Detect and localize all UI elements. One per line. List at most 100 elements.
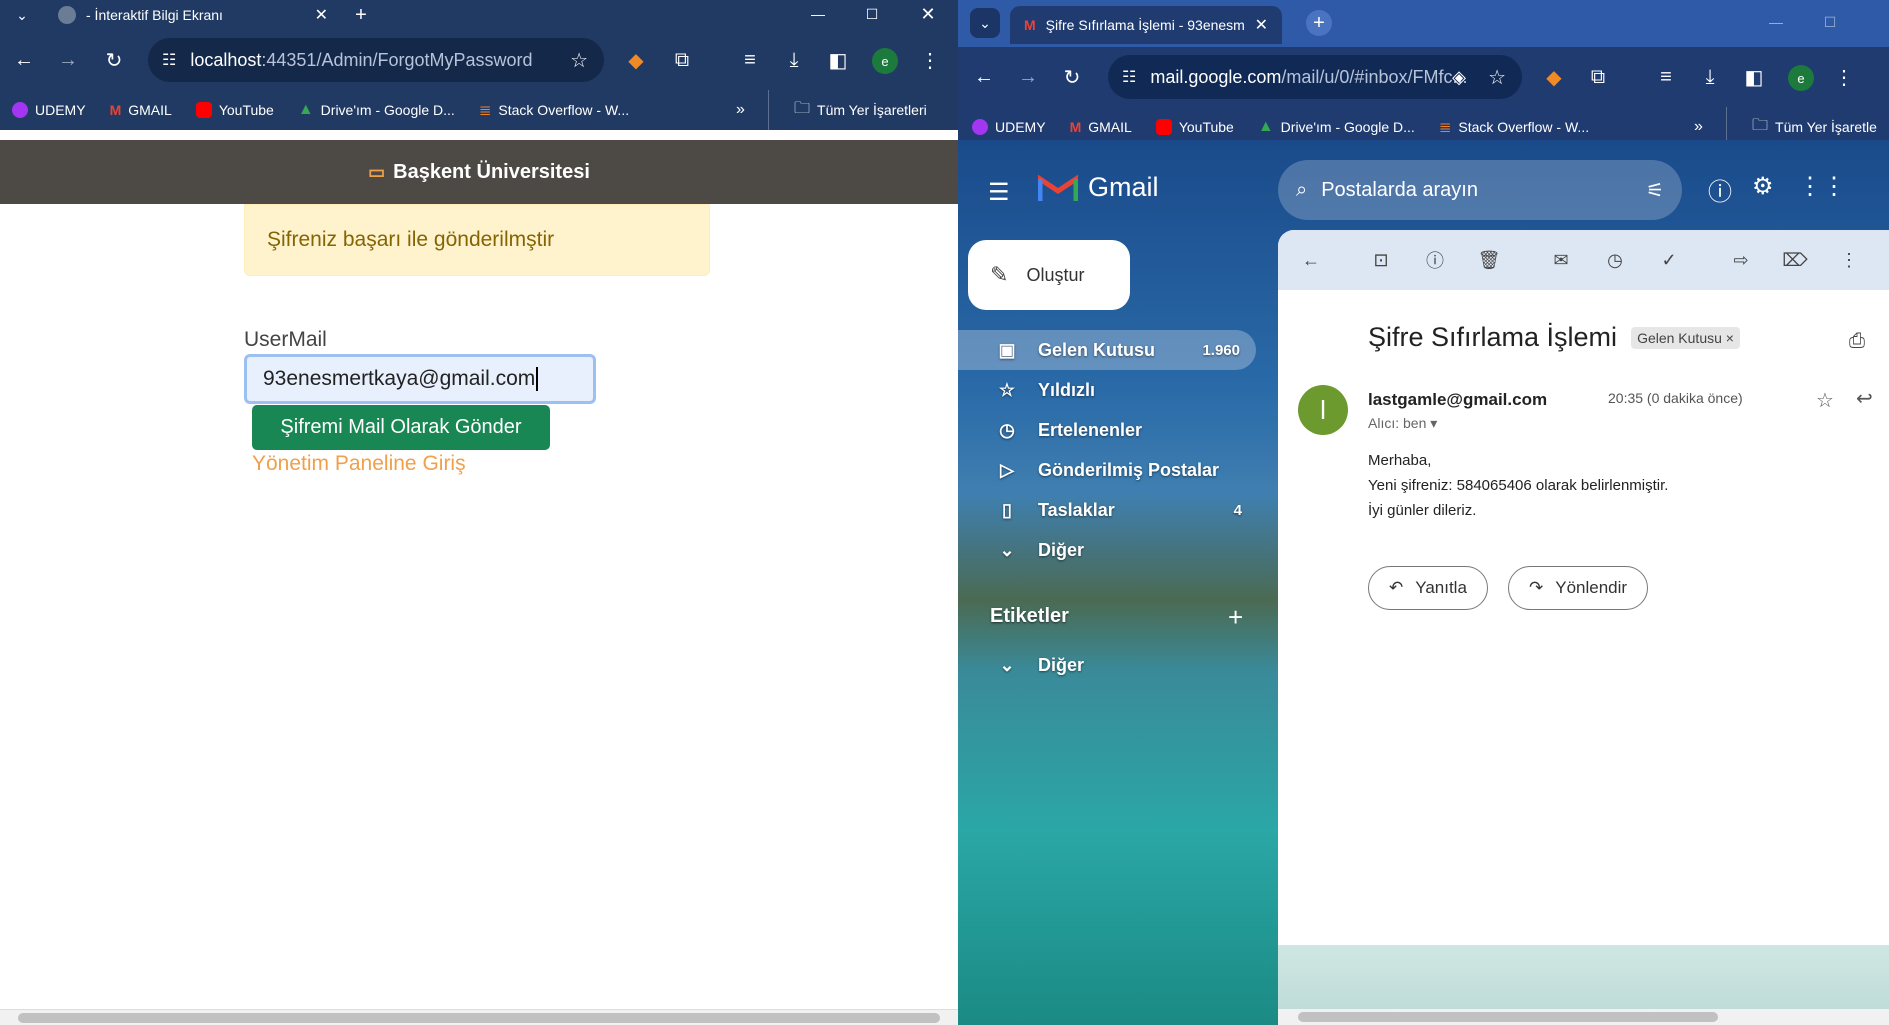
gmail-logo[interactable]: Gmail <box>1038 172 1159 203</box>
more-options-icon[interactable]: ⋮ <box>1822 242 1876 278</box>
report-spam-icon[interactable]: ⓘ <box>1408 242 1462 278</box>
bookmark-label: UDEMY <box>995 119 1046 135</box>
bookmark-udemy[interactable]: UDEMY <box>12 102 86 118</box>
send-password-button[interactable]: Şifremi Mail Olarak Gönder <box>252 405 550 450</box>
bookmark-drive[interactable]: ▲ Drive'ım - Google D... <box>1258 118 1415 136</box>
bookmark-drive[interactable]: ▲ Drive'ım - Google D... <box>298 101 455 119</box>
profile-avatar[interactable]: e <box>872 48 898 74</box>
mark-unread-icon[interactable]: ✉ <box>1534 242 1588 278</box>
sender-email[interactable]: lastgamle@gmail.com <box>1368 390 1547 410</box>
horizontal-scrollbar[interactable] <box>0 1009 958 1025</box>
delete-icon[interactable]: 🗑 <box>1462 242 1516 278</box>
close-tab-icon[interactable]: ✕ <box>315 5 328 25</box>
maximize-icon[interactable]: ☐ <box>1820 12 1840 32</box>
bookmark-stackoverflow[interactable]: ≣ Stack Overflow - W... <box>1439 118 1589 136</box>
back-icon[interactable]: ← <box>6 42 42 78</box>
labels-more[interactable]: ⌄ Diğer <box>958 645 1258 685</box>
label-icon[interactable]: ⌦ <box>1768 242 1822 278</box>
metamask-icon[interactable]: ◆ <box>1536 59 1572 95</box>
help-icon[interactable]: ⓘ <box>1708 172 1732 207</box>
scrollbar-thumb[interactable] <box>18 1013 940 1023</box>
extensions-icon[interactable]: ⧉ <box>1580 59 1616 95</box>
all-bookmarks[interactable]: 🗀 Tüm Yer İşaretleri <box>794 97 927 124</box>
horizontal-scrollbar[interactable] <box>1278 1009 1889 1025</box>
print-icon[interactable]: ⎙ <box>1849 330 1865 353</box>
forward-button[interactable]: ↷ Yönlendir <box>1508 566 1649 610</box>
tab-search-chevron-icon[interactable]: ⌄ <box>12 5 32 25</box>
add-label-icon[interactable]: + <box>1228 602 1243 633</box>
side-panel-icon[interactable]: ◧ <box>820 42 856 78</box>
profile-avatar[interactable]: e <box>1788 65 1814 91</box>
minimize-icon[interactable]: — <box>1766 12 1786 32</box>
bookmark-stackoverflow[interactable]: ≣ Stack Overflow - W... <box>479 101 629 119</box>
folder-chip[interactable]: Gelen Kutusu × <box>1631 326 1740 349</box>
search-icon[interactable]: ⌕ <box>1296 179 1307 202</box>
side-panel-icon[interactable]: ◧ <box>1736 59 1772 95</box>
remove-label-icon[interactable]: × <box>1726 330 1734 346</box>
bookmark-gmail[interactable]: M GMAIL <box>110 102 172 118</box>
email-body-line: Yeni şifreniz: 584065406 olarak belirlen… <box>1368 477 1669 494</box>
mail-search-bar[interactable]: ⌕ Postalarda arayın ⚟ <box>1278 160 1682 220</box>
close-window-icon[interactable]: ✕ <box>918 4 938 24</box>
more-bookmarks-icon[interactable]: » <box>1694 118 1703 136</box>
maximize-icon[interactable]: ☐ <box>862 4 882 24</box>
nav-item-sent[interactable]: ▷ Gönderilmiş Postalar <box>958 450 1258 490</box>
nav-item-drafts[interactable]: ▯ Taslaklar 4 <box>958 490 1258 530</box>
media-icon[interactable]: ≡ <box>1648 59 1684 95</box>
tab-active[interactable]: - İnteraktif Bilgi Ekranı ✕ <box>58 5 328 25</box>
reload-icon[interactable]: ↻ <box>96 42 132 78</box>
bookmark-youtube[interactable]: YouTube <box>1155 119 1234 135</box>
snooze-icon[interactable]: ◷ <box>1588 242 1642 278</box>
back-icon[interactable]: ← <box>966 59 1002 95</box>
settings-gear-icon[interactable]: ⚙ <box>1752 172 1774 201</box>
menu-icon[interactable]: ⋮ <box>1826 59 1862 95</box>
bookmark-udemy[interactable]: UDEMY <box>972 119 1046 135</box>
install-app-icon[interactable]: ◈ <box>1452 67 1466 88</box>
nav-item-inbox[interactable]: ▣ Gelen Kutusu 1.960 <box>958 330 1256 370</box>
minimize-icon[interactable]: — <box>808 4 828 24</box>
forward-icon[interactable]: → <box>1010 59 1046 95</box>
tab-active[interactable]: M Şifre Sıfırlama İşlemi - 93enesm ✕ <box>1010 6 1282 44</box>
more-bookmarks-icon[interactable]: » <box>736 101 745 119</box>
bookmark-star-icon[interactable]: ☆ <box>570 48 588 73</box>
admin-login-link[interactable]: Yönetim Paneline Giriş <box>252 452 466 476</box>
clock-icon: ◷ <box>999 419 1015 440</box>
usermail-input[interactable]: 93enesmertkaya@gmail.com <box>244 354 596 404</box>
reply-button[interactable]: ↶ Yanıtla <box>1368 566 1488 610</box>
reply-icon[interactable]: ↩ <box>1856 386 1873 411</box>
close-tab-icon[interactable]: ✕ <box>1255 15 1268 35</box>
download-icon[interactable]: ⤓ <box>1692 59 1728 95</box>
nav-item-snoozed[interactable]: ◷ Ertelenenler <box>958 410 1258 450</box>
bookmark-star-icon[interactable]: ☆ <box>1488 65 1506 90</box>
media-icon[interactable]: ≡ <box>732 42 768 78</box>
compose-button[interactable]: ✎ Oluştur <box>968 240 1130 310</box>
bookmark-gmail[interactable]: M GMAIL <box>1070 119 1132 135</box>
back-to-inbox-icon[interactable]: ← <box>1284 242 1338 278</box>
site-info-icon[interactable]: ☷ <box>1122 67 1136 87</box>
forward-icon[interactable]: → <box>50 42 86 78</box>
address-bar[interactable]: ☷ mail.google.com/mail/u/0/#inbox/FMfc..… <box>1108 55 1522 99</box>
star-icon[interactable]: ☆ <box>1816 388 1834 413</box>
search-options-icon[interactable]: ⚟ <box>1646 178 1664 203</box>
new-tab-icon[interactable]: + <box>1306 10 1332 36</box>
bookmark-youtube[interactable]: YouTube <box>195 102 274 118</box>
add-task-icon[interactable]: ✓ <box>1642 242 1696 278</box>
nav-item-starred[interactable]: ☆ Yıldızlı <box>958 370 1258 410</box>
tab-search-chevron-icon[interactable]: ⌄ <box>970 8 1000 38</box>
archive-icon[interactable]: ⊡ <box>1354 242 1408 278</box>
extensions-icon[interactable]: ⧉ <box>664 42 700 78</box>
apps-grid-icon[interactable]: ⋮⋮ <box>1798 172 1846 201</box>
metamask-icon[interactable]: ◆ <box>618 42 654 78</box>
reload-icon[interactable]: ↻ <box>1054 59 1090 95</box>
move-to-icon[interactable]: ⇨ <box>1714 242 1768 278</box>
site-info-icon[interactable]: ☷ <box>162 50 176 70</box>
scrollbar-thumb[interactable] <box>1298 1012 1718 1022</box>
download-icon[interactable]: ⤓ <box>776 42 812 78</box>
recipient-line[interactable]: Alıcı: ben ▾ <box>1368 415 1437 432</box>
address-bar[interactable]: ☷ localhost:44351/Admin/ForgotMyPassword… <box>148 38 604 82</box>
all-bookmarks[interactable]: 🗀 Tüm Yer İşaretle <box>1752 114 1877 141</box>
main-menu-icon[interactable]: ☰ <box>988 178 1010 207</box>
menu-icon[interactable]: ⋮ <box>912 42 948 78</box>
new-tab-icon[interactable]: + <box>350 4 372 26</box>
nav-item-more[interactable]: ⌄ Diğer <box>958 530 1258 570</box>
